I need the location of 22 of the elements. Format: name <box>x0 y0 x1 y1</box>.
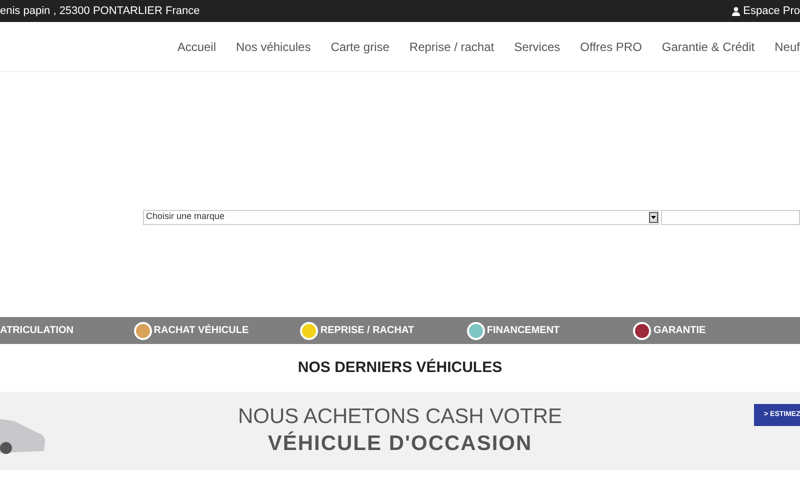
nav-link[interactable]: Nos véhicules <box>236 38 311 56</box>
service-link[interactable]: ATRICULATION <box>0 323 74 338</box>
service-link[interactable]: REPRISE / RACHAT <box>320 323 414 338</box>
nav-link[interactable]: Services <box>514 38 560 56</box>
search-field[interactable] <box>661 210 800 224</box>
nav-link[interactable]: Garantie & Crédit <box>662 38 755 56</box>
promo-subheading: VÉHICULE D'OCCASION <box>268 430 532 457</box>
brand-select[interactable]: Choisir une marque <box>143 210 659 224</box>
nav-link[interactable]: Offres PRO <box>580 38 642 56</box>
caret-icon <box>649 212 658 222</box>
nav-link[interactable]: Reprise / rachat <box>409 38 494 56</box>
section-title: NOS DERNIERS VÉHICULES <box>298 358 502 378</box>
nav-link[interactable]: Accueil <box>177 38 216 56</box>
nav-link[interactable]: Carte grise <box>330 38 390 56</box>
user-icon <box>732 6 740 16</box>
service-link[interactable]: FINANCEMENT <box>486 323 560 338</box>
service-link[interactable]: GARANTIE <box>653 323 706 338</box>
address-text: enis papin , 25300 PONTARLIER France <box>0 4 200 19</box>
service-link[interactable]: RACHAT VÉHICULE <box>154 323 249 338</box>
promo-heading: NOUS ACHETONS CASH VOTRE <box>238 404 562 430</box>
nav-link[interactable]: Neuf <box>774 38 800 56</box>
account-link[interactable]: Espace Pro <box>732 2 800 20</box>
